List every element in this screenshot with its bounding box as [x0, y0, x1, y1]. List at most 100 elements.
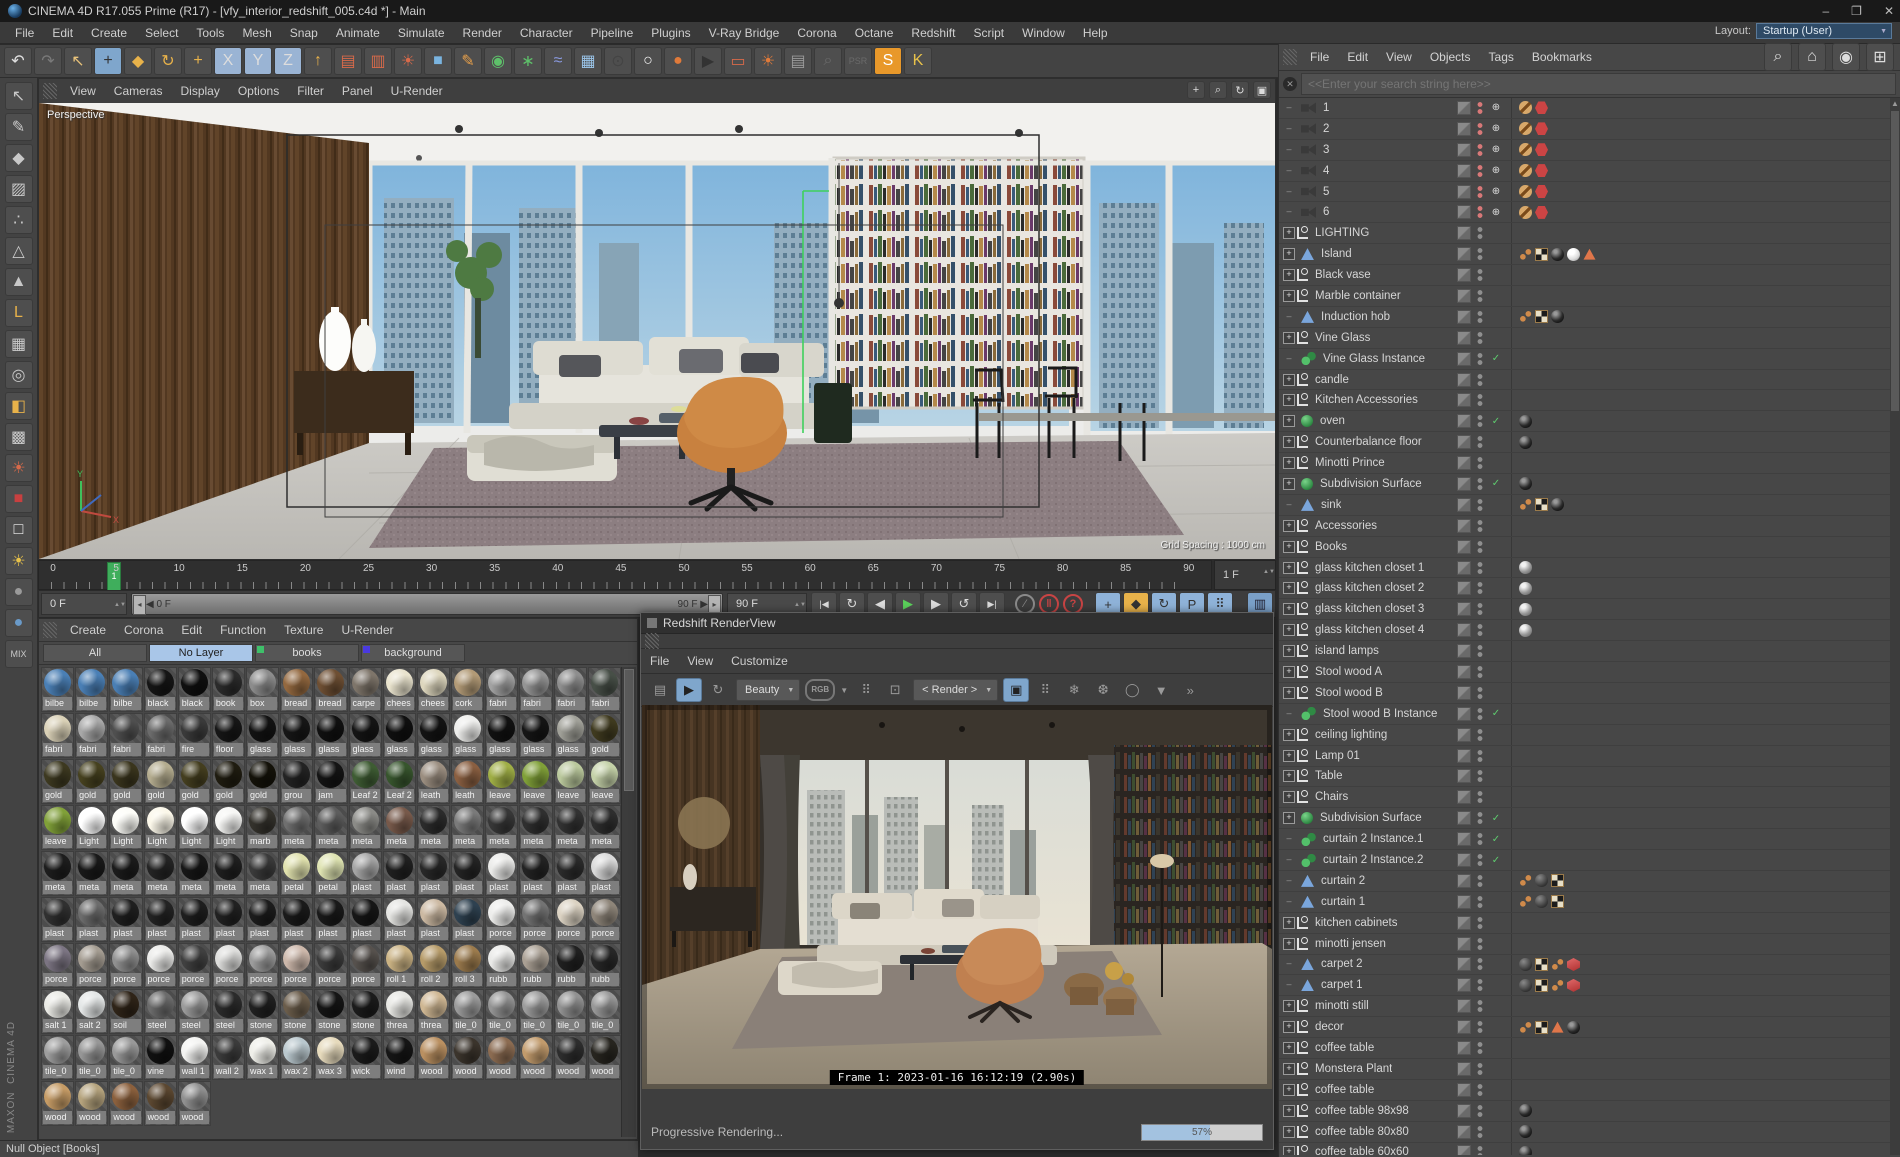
drag-handle-icon[interactable] [645, 633, 659, 649]
menu-item-file[interactable]: File [6, 24, 43, 42]
expand-icon[interactable]: + [1283, 686, 1295, 699]
material-swatch[interactable]: meta [553, 805, 587, 850]
keyframe-help-button[interactable]: ? [1063, 594, 1083, 614]
layer-toggle-icon[interactable] [1457, 372, 1471, 387]
material-swatch[interactable]: fabri [553, 667, 587, 712]
material-swatch[interactable]: Leaf 2 [382, 759, 416, 804]
material-swatch[interactable]: wax 3 [314, 1035, 348, 1080]
layout-select[interactable]: Startup (User) [1756, 23, 1892, 39]
object-name[interactable]: 6 [1323, 206, 1329, 218]
object-row[interactable]: + candle [1279, 369, 1891, 391]
material-swatch[interactable]: porce [485, 897, 519, 942]
menu-item-v-ray-bridge[interactable]: V-Ray Bridge [700, 24, 789, 42]
material-swatch[interactable]: meta [211, 851, 246, 896]
edges-mode-button[interactable]: △ [4, 237, 33, 265]
object-row[interactable]: + decor [1279, 1017, 1891, 1039]
material-swatch[interactable]: wood [416, 1035, 451, 1080]
material-swatch[interactable]: plast [416, 851, 451, 896]
layer-toggle-icon[interactable] [1457, 1020, 1471, 1035]
layer-toggle-icon[interactable] [1457, 706, 1471, 721]
magnify-tool-disabled[interactable]: ⌕ [814, 47, 842, 75]
object-row[interactable]: + glass kitchen closet 2 [1279, 578, 1891, 600]
expand-icon[interactable]: + [1283, 916, 1295, 929]
target-icon[interactable]: ⊕ [1489, 207, 1503, 218]
object-name[interactable]: curtain 2 Instance.2 [1323, 854, 1423, 866]
material-swatch[interactable]: wax 1 [246, 1035, 280, 1080]
cloth-tag-icon[interactable] [1535, 895, 1548, 909]
material-swatch[interactable]: wood [485, 1035, 519, 1080]
layer-toggle-icon[interactable] [1457, 1103, 1471, 1118]
layer-toggle-icon[interactable] [1457, 330, 1471, 345]
material-swatch[interactable]: plast [348, 851, 382, 896]
layer-toggle-icon[interactable] [1457, 1145, 1471, 1155]
material-swatch[interactable]: porce [41, 943, 75, 988]
visibility-dots-icon[interactable] [1477, 351, 1483, 366]
layer-toggle-icon[interactable] [1457, 539, 1471, 554]
layer-toggle-icon[interactable] [1457, 163, 1471, 178]
material-swatch[interactable]: meta [109, 851, 143, 896]
visibility-dots-icon[interactable] [1477, 372, 1483, 387]
layer-toggle-icon[interactable] [1457, 1061, 1471, 1076]
cloth-tag-icon[interactable] [1519, 978, 1532, 992]
material-swatch[interactable]: fire [177, 713, 211, 758]
object-name[interactable]: candle [1315, 374, 1349, 386]
object-name[interactable]: glass kitchen closet 2 [1315, 582, 1424, 594]
material-swatch[interactable]: fabri [143, 713, 177, 758]
workplane-button[interactable]: ▦ [4, 330, 33, 358]
material-swatch[interactable]: porce [143, 943, 177, 988]
viewport-view-label[interactable]: Perspective [47, 109, 104, 121]
crop-icon[interactable]: ⊡ [882, 678, 909, 702]
visibility-dots-icon[interactable] [1477, 999, 1483, 1014]
protection-tag-icon[interactable] [1519, 205, 1532, 219]
material-swatch[interactable]: stone [280, 989, 314, 1034]
material-tag-gray-icon[interactable] [1519, 602, 1532, 616]
material-swatch[interactable]: petal [280, 851, 314, 896]
material-swatch[interactable]: stone [314, 989, 348, 1034]
layer-toggle-icon[interactable] [1457, 769, 1471, 784]
material-swatch[interactable]: meta [314, 805, 348, 850]
visibility-dots-icon[interactable] [1477, 518, 1483, 533]
material-swatch[interactable]: meta [143, 851, 177, 896]
material-swatch[interactable]: threa [416, 989, 451, 1034]
material-swatch[interactable]: gold [211, 759, 246, 804]
material-swatch[interactable]: plast [177, 897, 211, 942]
enabled-check-icon[interactable]: ✓ [1489, 353, 1503, 364]
material-tab-no-layer[interactable]: No Layer [149, 644, 253, 662]
active-material-slot[interactable]: ■ [4, 485, 33, 513]
visibility-dots-icon[interactable] [1477, 497, 1483, 512]
expand-icon[interactable]: + [1283, 791, 1295, 804]
object-name[interactable]: curtain 2 [1321, 875, 1365, 887]
floor-environment[interactable]: ▦ [574, 47, 602, 75]
material-swatch[interactable]: Light [143, 805, 177, 850]
material-swatch[interactable]: leath [416, 759, 451, 804]
rotate-tool[interactable]: ↻ [154, 47, 182, 75]
menu-item-file[interactable]: File [641, 652, 678, 670]
layer-toggle-icon[interactable] [1457, 685, 1471, 700]
object-row[interactable]: + Stool wood B [1279, 682, 1891, 704]
light-object[interactable]: ○ [634, 47, 662, 75]
layer-toggle-icon[interactable] [1457, 351, 1471, 366]
material-swatch[interactable]: plast [280, 897, 314, 942]
visibility-dots-icon[interactable] [1477, 790, 1483, 805]
menu-item-u-render[interactable]: U-Render [382, 82, 452, 100]
object-row[interactable]: – 5 ⊕ [1279, 181, 1891, 203]
range-start-handle[interactable]: ◂ [133, 595, 146, 615]
menu-item-file[interactable]: File [1301, 48, 1338, 66]
menu-item-objects[interactable]: Objects [1421, 48, 1480, 66]
material-swatch[interactable]: roll 1 [382, 943, 416, 988]
object-row[interactable]: – 6 ⊕ [1279, 202, 1891, 224]
material-swatch[interactable]: gold [246, 759, 280, 804]
layer-toggle-icon[interactable] [1457, 811, 1471, 826]
move-tool[interactable]: + [94, 47, 122, 75]
material-swatch[interactable]: wall 1 [177, 1035, 211, 1080]
material-tag-dark-icon[interactable] [1519, 435, 1532, 449]
visibility-dots-icon[interactable] [1477, 727, 1483, 742]
object-name[interactable]: Kitchen Accessories [1315, 394, 1418, 406]
object-row[interactable]: + Accessories [1279, 515, 1891, 537]
material-swatch[interactable]: stone [348, 989, 382, 1034]
expand-icon[interactable]: + [1283, 436, 1295, 449]
material-swatch[interactable]: plast [587, 851, 621, 896]
material-swatch[interactable]: grou [280, 759, 314, 804]
expand-icon[interactable]: + [1283, 519, 1295, 532]
material-swatch[interactable]: Light [211, 805, 246, 850]
